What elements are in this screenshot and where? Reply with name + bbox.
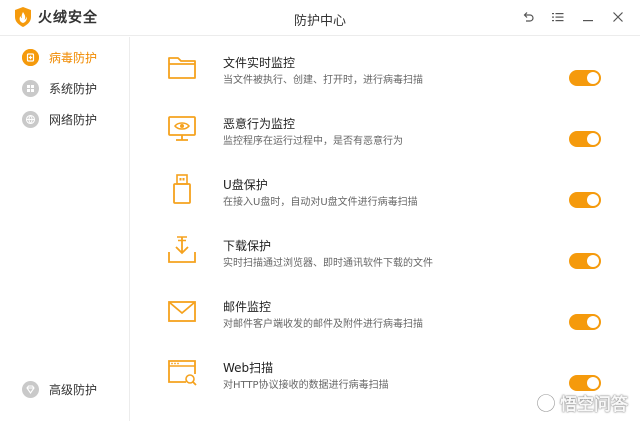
feature-row-file-monitor: 文件实时监控 当文件被执行、创建、打开时，进行病毒扫描 (131, 39, 640, 99)
sidebar: 病毒防护 系统防护 网络防护 高级防护 (0, 37, 130, 421)
feature-title: 恶意行为监控 (223, 117, 296, 131)
feature-description: 在接入U盘时，自动对U盘文件进行病毒扫描 (223, 197, 418, 208)
sidebar-item-label: 高级防护 (49, 383, 98, 397)
feature-toggle[interactable] (569, 192, 601, 208)
title-bar: 火绒安全 防护中心 (0, 0, 640, 36)
feature-row-behavior-monitor: 恶意行为监控 监控程序在运行过程中，是否有恶意行为 (131, 100, 640, 160)
windows-icon (22, 80, 39, 97)
feature-title: Web扫描 (223, 361, 274, 375)
sidebar-item-network-protection[interactable]: 网络防护 (22, 111, 97, 128)
protection-list: 文件实时监控 当文件被执行、创建、打开时，进行病毒扫描 恶意行为监控 监控程序在… (131, 37, 640, 421)
feature-toggle[interactable] (569, 70, 601, 86)
feature-row-mail-monitor: 邮件监控 对邮件客户端收发的邮件及附件进行病毒扫描 (131, 283, 640, 343)
feature-row-usb-protection: U盘保护 在接入U盘时，自动对U盘文件进行病毒扫描 (131, 161, 640, 221)
toggle-knob (587, 316, 599, 328)
toggle-knob (587, 255, 599, 267)
feature-description: 当文件被执行、创建、打开时，进行病毒扫描 (223, 75, 423, 86)
window-controls (520, 8, 626, 26)
feature-toggle[interactable] (569, 375, 601, 391)
mail-icon (168, 301, 196, 322)
minimize-button[interactable] (580, 8, 596, 26)
list-menu-icon (552, 13, 564, 22)
feature-title: 邮件监控 (223, 300, 272, 314)
close-button[interactable] (610, 8, 626, 26)
folder-icon (168, 57, 196, 79)
feature-toggle[interactable] (569, 314, 601, 330)
watermark: 悟空问答 (536, 390, 628, 415)
feature-title: U盘保护 (223, 178, 268, 192)
globe-icon (22, 111, 39, 128)
sidebar-item-label: 网络防护 (49, 113, 98, 127)
menu-button[interactable] (550, 8, 566, 26)
toggle-knob (587, 377, 599, 389)
feature-description: 监控程序在运行过程中，是否有恶意行为 (223, 136, 403, 147)
sidebar-item-advanced-protection[interactable]: 高级防护 (22, 381, 97, 398)
toggle-knob (587, 194, 599, 206)
feature-row-download-protection: 下载保护 实时扫描通过浏览器、即时通讯软件下载的文件 (131, 222, 640, 282)
close-icon (613, 12, 623, 22)
minimize-icon (583, 20, 593, 22)
feature-description: 对HTTP协议接收的数据进行病毒扫描 (223, 380, 389, 391)
toggle-knob (587, 133, 599, 145)
feature-description: 对邮件客户端收发的邮件及附件进行病毒扫描 (223, 319, 423, 330)
feature-toggle[interactable] (569, 253, 601, 269)
feature-title: 文件实时监控 (223, 56, 296, 70)
watermark-text: 悟空问答 (560, 395, 628, 415)
download-tray-icon (168, 236, 196, 263)
feature-toggle[interactable] (569, 131, 601, 147)
sidebar-item-label: 病毒防护 (49, 51, 98, 65)
sidebar-item-label: 系统防护 (49, 82, 98, 96)
wukong-logo-icon (536, 393, 556, 412)
web-scan-icon (168, 360, 197, 386)
feature-title: 下载保护 (223, 239, 272, 253)
diamond-icon (22, 381, 39, 398)
monitor-eye-icon (168, 116, 196, 141)
plus-shield-icon (22, 49, 39, 66)
back-button[interactable] (520, 8, 536, 26)
sidebar-item-virus-protection[interactable]: 病毒防护 (22, 49, 97, 66)
undo-arrow-icon (523, 12, 534, 22)
feature-description: 实时扫描通过浏览器、即时通讯软件下载的文件 (223, 258, 433, 269)
usb-drive-icon (173, 174, 191, 204)
toggle-knob (587, 72, 599, 84)
sidebar-item-system-protection[interactable]: 系统防护 (22, 80, 97, 97)
